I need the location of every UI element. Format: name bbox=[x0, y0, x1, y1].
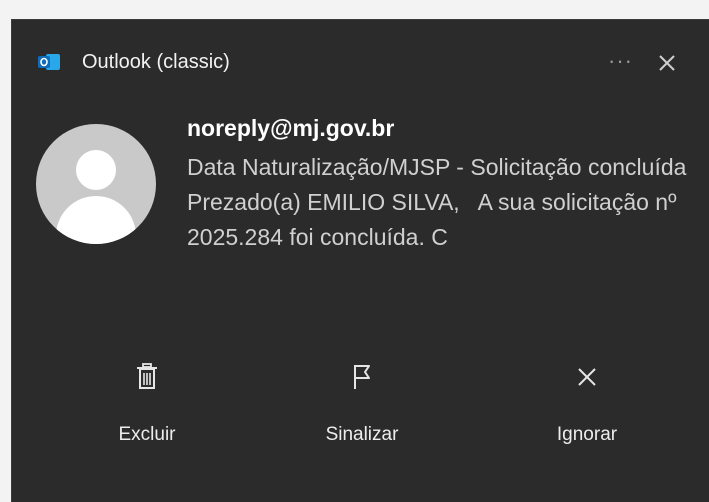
avatar-head bbox=[76, 150, 116, 190]
app-name: Outlook (classic) bbox=[82, 51, 230, 73]
avatar bbox=[36, 124, 156, 244]
dismiss-icon bbox=[578, 368, 596, 386]
delete-label: Excluir bbox=[118, 424, 176, 445]
dismiss-label: Ignorar bbox=[556, 424, 618, 445]
dismiss-button[interactable]: Ignorar bbox=[497, 350, 677, 470]
action-bar: Excluir Sinalizar Ignorar bbox=[12, 350, 709, 470]
close-icon[interactable] bbox=[652, 48, 682, 78]
flag-icon bbox=[354, 365, 370, 389]
delete-button[interactable]: Excluir bbox=[57, 350, 237, 470]
flag-button[interactable]: Sinalizar bbox=[272, 350, 452, 470]
flag-label: Sinalizar bbox=[325, 424, 399, 445]
message-preview: Prezado(a) EMILIO SILVA, A sua solicitaç… bbox=[187, 189, 683, 250]
message-content[interactable]: noreply@mj.gov.br Data Naturalização/MJS… bbox=[187, 112, 697, 255]
avatar-body bbox=[56, 196, 136, 244]
toast-header: Outlook (classic) ··· bbox=[12, 20, 709, 106]
sender-address: noreply@mj.gov.br bbox=[187, 115, 395, 141]
message-subject: Data Naturalização/MJSP - Solicitação co… bbox=[187, 154, 687, 180]
notification-toast[interactable]: Outlook (classic) ··· noreply@mj.gov.br … bbox=[12, 20, 709, 502]
more-options-button[interactable]: ··· bbox=[608, 48, 633, 74]
outlook-icon bbox=[38, 54, 60, 70]
trash-icon bbox=[137, 363, 157, 389]
